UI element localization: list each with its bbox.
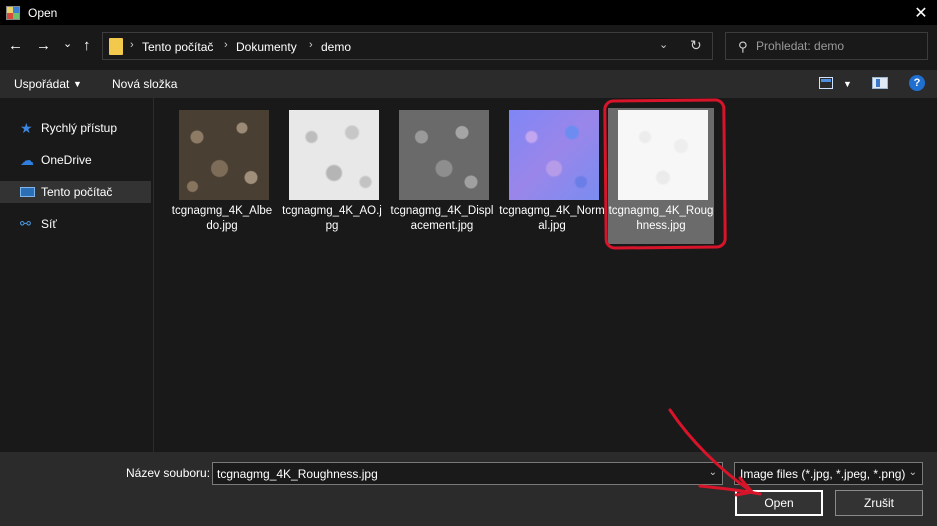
close-icon[interactable]: ✕ xyxy=(905,0,937,25)
sidebar-item-label: Tento počítač xyxy=(41,185,113,199)
organize-button[interactable]: Uspořádat xyxy=(14,77,69,91)
file-tile[interactable]: tcgnagmg_4K_Normal.jpg xyxy=(499,108,605,244)
quick-access-icon: ★ xyxy=(20,120,33,136)
file-name: tcgnagmg_4K_Normal.jpg xyxy=(499,205,605,232)
breadcrumb-documents[interactable]: Dokumenty xyxy=(236,40,297,54)
search-input[interactable] xyxy=(756,37,921,55)
breadcrumb-this-pc[interactable]: Tento počítač xyxy=(142,40,213,54)
command-bar: Uspořádat ▼ Nová složka ▼ ? xyxy=(0,70,937,98)
file-thumbnail xyxy=(289,110,379,200)
this-pc-icon xyxy=(20,187,35,197)
breadcrumb-demo[interactable]: demo xyxy=(321,40,351,54)
file-thumbnail xyxy=(399,110,489,200)
file-name: tcgnagmg_4K_Displacement.jpg xyxy=(390,205,494,232)
navigation-pane: ★ Rychlý přístup ☁ OneDrive Tento počíta… xyxy=(0,98,154,452)
app-icon xyxy=(6,5,20,20)
file-thumbnail xyxy=(509,110,599,200)
new-folder-button[interactable]: Nová složka xyxy=(112,77,177,91)
help-icon[interactable]: ? xyxy=(909,75,925,91)
search-box[interactable]: ⚲ xyxy=(725,32,928,60)
sidebar-item-label: OneDrive xyxy=(41,153,92,167)
forward-arrow-icon[interactable]: → xyxy=(36,37,51,55)
title-bar: Open ✕ xyxy=(0,0,937,25)
file-thumbnail xyxy=(179,110,269,200)
folder-icon xyxy=(109,38,123,55)
open-button[interactable]: Open xyxy=(735,490,823,516)
window-title: Open xyxy=(28,5,58,20)
file-type-filter[interactable]: Image files (*.jpg, *.jpeg, *.png) ⌄ xyxy=(734,462,923,485)
file-name: tcgnagmg_4K_Albedo.jpg xyxy=(171,205,273,232)
recent-locations-chevron-icon[interactable]: ⌄ xyxy=(63,35,72,53)
filename-combobox[interactable]: ⌄ xyxy=(212,462,723,485)
sidebar-item-this-pc[interactable]: Tento počítač xyxy=(0,181,151,203)
file-dialog-footer: Název souboru: ⌄ Image files (*.jpg, *.j… xyxy=(0,452,937,526)
file-type-value: Image files (*.jpg, *.jpeg, *.png) xyxy=(740,467,906,481)
sidebar-item-onedrive[interactable]: ☁ OneDrive xyxy=(0,149,151,171)
file-list: tcgnagmg_4K_Albedo.jpg tcgnagmg_4K_AO.jp… xyxy=(155,98,937,452)
breadcrumb-separator-icon[interactable]: › xyxy=(309,39,313,51)
cancel-button[interactable]: Zrušit xyxy=(835,490,923,516)
search-icon: ⚲ xyxy=(738,39,748,54)
file-type-dropdown-icon[interactable]: ⌄ xyxy=(909,467,917,478)
filename-dropdown-icon[interactable]: ⌄ xyxy=(709,467,717,478)
refresh-icon[interactable]: ↻ xyxy=(690,37,702,54)
network-icon: ⚯ xyxy=(20,216,31,231)
onedrive-icon: ☁ xyxy=(20,152,34,168)
address-dropdown-icon[interactable]: ⌄ xyxy=(659,38,668,51)
sidebar-item-quick-access[interactable]: ★ Rychlý přístup xyxy=(0,117,151,139)
back-arrow-icon[interactable]: ← xyxy=(8,37,23,55)
annotation-highlight-box xyxy=(603,98,727,250)
change-view-icon[interactable] xyxy=(819,77,833,89)
file-tile[interactable]: tcgnagmg_4K_Displacement.jpg xyxy=(389,108,495,244)
sidebar-item-label: Síť xyxy=(41,217,57,231)
file-tile[interactable]: tcgnagmg_4K_Albedo.jpg xyxy=(169,108,275,244)
file-tile[interactable]: tcgnagmg_4K_AO.jpg xyxy=(279,108,385,244)
filename-input[interactable] xyxy=(217,466,697,482)
up-arrow-icon[interactable]: ↑ xyxy=(83,37,91,55)
address-bar[interactable]: › Tento počítač › Dokumenty › demo ⌄ ↻ xyxy=(102,32,713,60)
breadcrumb-separator-icon[interactable]: › xyxy=(130,39,134,51)
preview-pane-icon[interactable] xyxy=(872,77,888,89)
file-name: tcgnagmg_4K_AO.jpg xyxy=(282,205,382,232)
sidebar-item-network[interactable]: ⚯ Síť xyxy=(0,213,151,235)
filename-label: Název souboru: xyxy=(126,466,211,480)
breadcrumb-separator-icon[interactable]: › xyxy=(224,39,228,51)
sidebar-item-label: Rychlý přístup xyxy=(41,121,118,135)
view-options-caret-icon[interactable]: ▼ xyxy=(843,79,852,89)
organize-caret-icon[interactable]: ▼ xyxy=(73,79,82,89)
